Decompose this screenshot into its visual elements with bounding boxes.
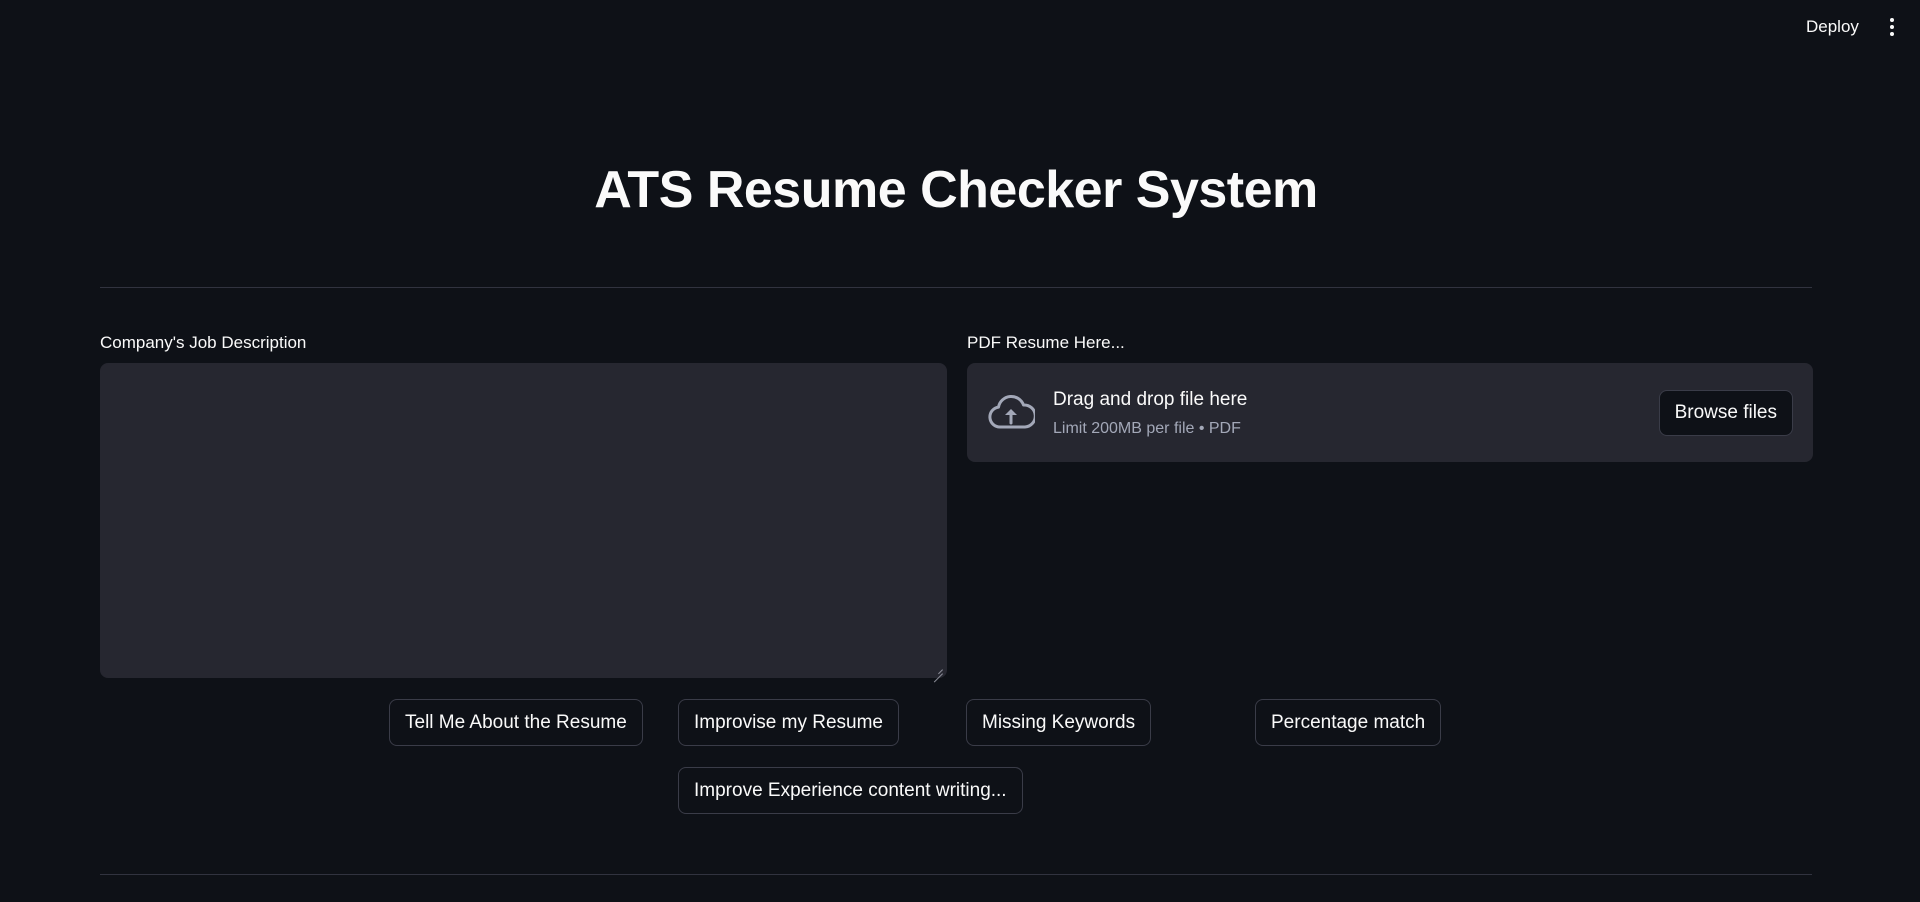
divider-bottom	[100, 874, 1812, 875]
job-description-textarea[interactable]	[100, 363, 947, 678]
divider-top	[100, 287, 1812, 288]
missing-keywords-button[interactable]: Missing Keywords	[966, 699, 1152, 746]
improvise-resume-button[interactable]: Improvise my Resume	[678, 699, 899, 746]
kebab-menu-icon[interactable]	[1880, 14, 1904, 40]
page-title: ATS Resume Checker System	[594, 161, 1318, 219]
deploy-button[interactable]: Deploy	[1794, 12, 1871, 42]
resize-handle-icon[interactable]	[933, 664, 943, 674]
dropzone-limit-text: Limit 200MB per file • PDF	[1053, 420, 1241, 437]
cloud-upload-icon	[988, 394, 1035, 429]
top-toolbar: Deploy	[0, 0, 1920, 54]
menu-dot	[1890, 32, 1894, 36]
percentage-match-button[interactable]: Percentage match	[1255, 699, 1442, 746]
dropzone-instruction: Drag and drop file here	[1053, 389, 1248, 410]
tell-me-about-resume-button[interactable]: Tell Me About the Resume	[389, 699, 643, 746]
menu-dot	[1890, 18, 1894, 22]
browse-files-button[interactable]: Browse files	[1658, 390, 1793, 436]
improve-experience-button[interactable]: Improve Experience content writing...	[678, 767, 1023, 814]
file-dropzone[interactable]: Drag and drop file here Limit 200MB per …	[967, 363, 1813, 462]
job-description-label: Company's Job Description	[100, 333, 307, 352]
menu-dot	[1890, 25, 1894, 29]
pdf-resume-label: PDF Resume Here...	[967, 333, 1125, 352]
